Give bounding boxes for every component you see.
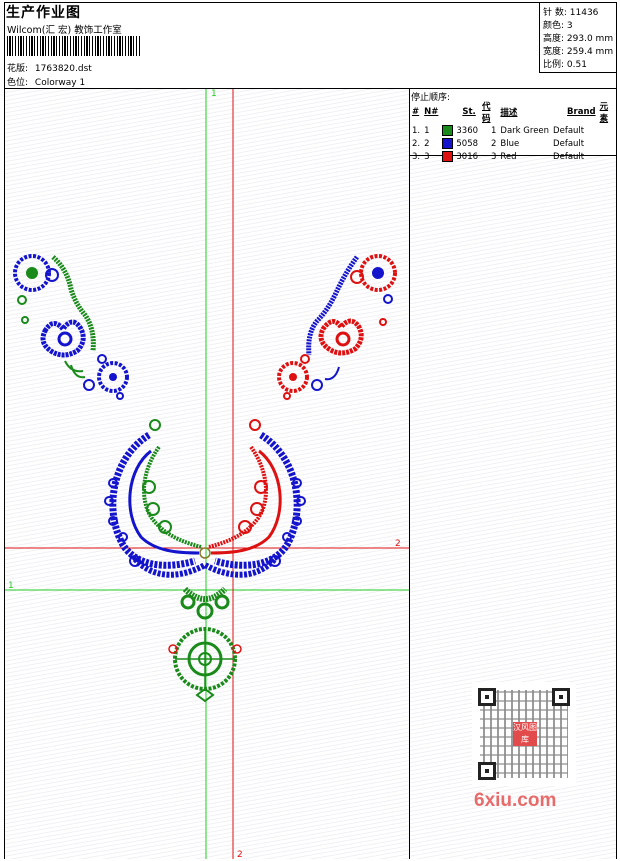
design-file: 1763820.dst (34, 64, 92, 74)
stats-box: 针 数: 11436 颜色: 3 高度: 293.0 mm 宽度: 259.4 … (539, 2, 617, 73)
row-element (598, 124, 616, 137)
green-guide-label-left: 1 (8, 581, 14, 591)
col-code: 代码 (482, 102, 491, 124)
row-desc: Blue (500, 138, 520, 149)
col-brand: Brand (567, 107, 596, 117)
design-file-row: 花版: 1763820.dst (7, 61, 92, 74)
colorway-row: 色位: Colorway 1 (7, 75, 85, 88)
embroidery-preview: 1 1 2 2 (5, 89, 409, 859)
colors-stat: 颜色: 3 (543, 21, 573, 31)
stop-table-header: # N# St. 代码 描述 Brand 元素 (410, 100, 616, 124)
row-brand: Default (553, 151, 585, 162)
stop-sequence-box: 停止顺序: # N# St. 代码 描述 Brand 元素 1. 1 3360 1 Da… (410, 89, 616, 162)
row-brand: Default (553, 125, 585, 136)
row-desc: Dark Green (500, 125, 550, 136)
row-code: 2 (491, 138, 497, 149)
col-desc: 描述 (500, 108, 518, 118)
page-title: 生产作业图 (6, 5, 81, 21)
row-n: 3 (424, 151, 430, 162)
stop-row: 2. 2 5058 2 Blue Default (410, 137, 616, 150)
width-stat: 宽度: 259.4 mm (543, 47, 614, 57)
row-code: 3 (491, 151, 497, 162)
col-hash: # (412, 107, 420, 117)
row-stitches: 3360 (456, 126, 479, 136)
color-swatch (442, 138, 454, 149)
row-n: 2 (424, 138, 430, 149)
row-swatch-st: 5058 (440, 137, 480, 150)
colorway-label: 色位: (7, 78, 29, 88)
studio-name: Wilcom(汇 宏) 教饰工作室 (7, 25, 122, 36)
qr-logo: 汉风图库 (513, 722, 537, 746)
color-swatch (442, 125, 454, 136)
row-swatch-st: 3360 (440, 124, 480, 137)
barcode (7, 36, 141, 56)
col-element: 元素 (599, 102, 609, 124)
row-num: 3. (412, 151, 421, 162)
row-element (598, 150, 616, 163)
row-stitches: 3016 (456, 152, 479, 162)
color-swatch (442, 151, 454, 162)
qr-code: 汉风图库 (472, 682, 576, 786)
row-code: 1 (491, 125, 497, 136)
design-label: 花版: (7, 64, 29, 74)
stop-sequence-table: # N# St. 代码 描述 Brand 元素 1. 1 3360 1 Dark Gre… (410, 100, 616, 163)
row-num: 2. (412, 138, 421, 149)
stitches-stat: 针 数: 11436 (543, 8, 599, 18)
col-st: St. (462, 107, 476, 117)
row-n: 1 (424, 125, 430, 136)
height-stat: 高度: 293.0 mm (543, 34, 614, 44)
necklace-motif (104, 419, 306, 703)
red-guide-label-right: 2 (395, 539, 401, 549)
scale-stat: 比例: 0.51 (543, 60, 587, 70)
row-element (598, 137, 616, 150)
right-upper-motif (277, 254, 397, 400)
design-canvas[interactable]: 1 1 2 2 (5, 89, 409, 859)
row-desc: Red (500, 151, 517, 162)
row-num: 1. (412, 125, 421, 136)
watermark: 6xiu.com (474, 790, 557, 811)
col-n: N# (424, 107, 439, 117)
row-brand: Default (553, 138, 585, 149)
green-guide-label-top: 1 (211, 89, 217, 99)
colorway-value: Colorway 1 (34, 78, 86, 88)
stop-row: 3. 3 3016 3 Red Default (410, 150, 616, 163)
row-stitches: 5058 (456, 139, 479, 149)
red-guide-label-bottom: 2 (237, 850, 243, 859)
row-swatch-st: 3016 (440, 150, 480, 163)
left-upper-motif (13, 254, 129, 400)
stop-row: 1. 1 3360 1 Dark Green Default (410, 124, 616, 137)
